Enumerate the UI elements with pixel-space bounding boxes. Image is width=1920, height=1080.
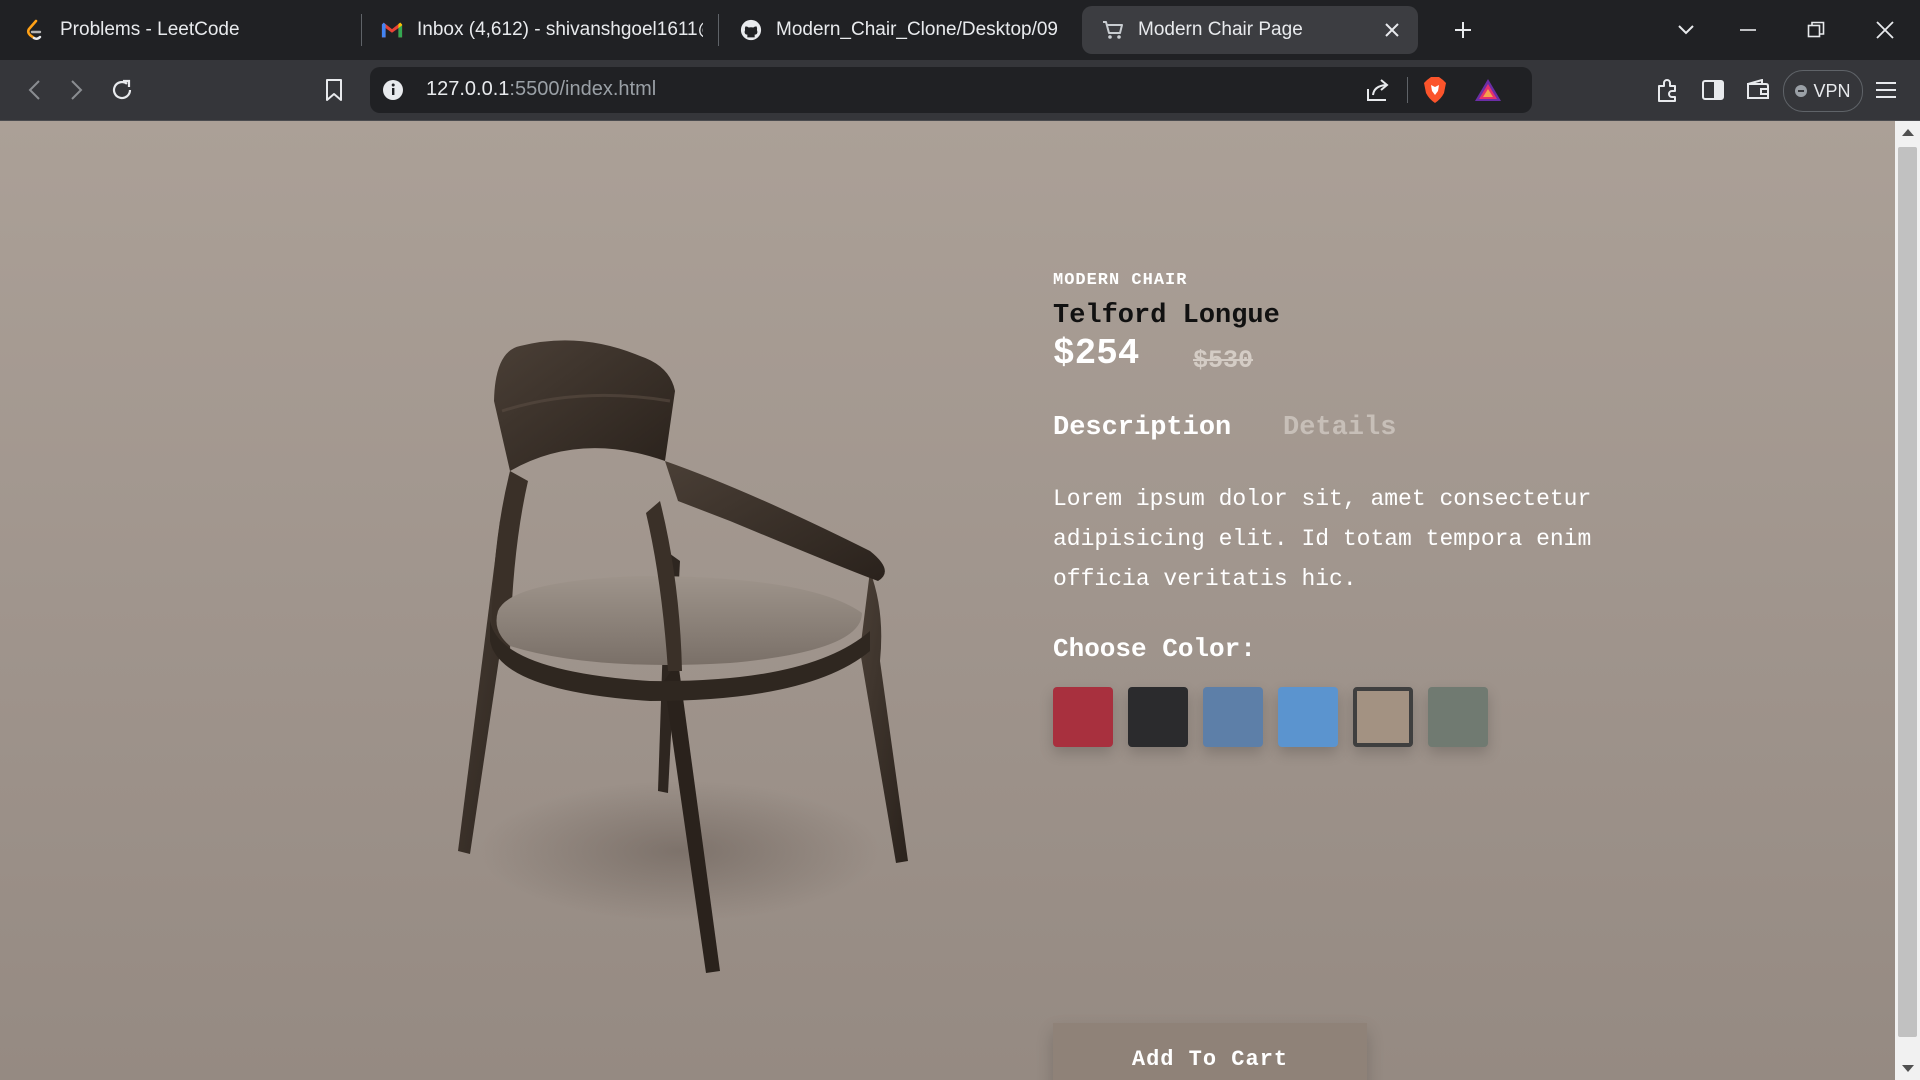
color-swatch-sky-blue[interactable]	[1278, 687, 1338, 747]
share-icon[interactable]	[1365, 77, 1391, 108]
add-to-cart-button[interactable]: Add To Cart	[1053, 1023, 1367, 1080]
tab-title: Modern_Chair_Clone/Desktop/09 - I	[776, 19, 1062, 40]
tab-search-chevron-icon[interactable]	[1670, 14, 1702, 46]
forward-icon[interactable]	[61, 74, 93, 106]
product-description: Lorem ipsum dolor sit, amet consectetur …	[1053, 486, 1592, 592]
close-window-icon[interactable]	[1869, 14, 1901, 46]
reload-icon[interactable]	[106, 74, 138, 106]
tab-title: Modern Chair Page	[1138, 19, 1303, 40]
cart-icon	[1102, 19, 1124, 41]
menu-icon[interactable]	[1870, 74, 1902, 106]
restore-icon[interactable]	[1800, 14, 1832, 46]
vpn-status-icon	[1795, 85, 1808, 97]
page-viewport: MODERN CHAIR Telford Longue $254 $530 De…	[0, 121, 1895, 1080]
scroll-thumb[interactable]	[1898, 147, 1917, 1037]
close-tab-icon[interactable]	[1382, 20, 1402, 40]
product-price: $254	[1053, 333, 1140, 374]
brave-shields-icon[interactable]	[1423, 76, 1447, 109]
tab-leetcode[interactable]: Problems - LeetCode	[24, 6, 354, 54]
page-scrollbar[interactable]	[1895, 121, 1920, 1080]
vpn-label: VPN	[1813, 80, 1851, 101]
color-swatch-beige[interactable]	[1353, 687, 1413, 747]
color-swatch-black[interactable]	[1128, 687, 1188, 747]
tab-separator	[361, 14, 362, 46]
extensions-icon[interactable]	[1652, 74, 1684, 106]
sidebar-icon[interactable]	[1697, 74, 1729, 106]
url-text: 127.0.0.1:5500/index.html	[426, 78, 656, 101]
color-swatch-denim[interactable]	[1203, 687, 1263, 747]
product-title: Telford Longue	[1053, 301, 1280, 331]
color-swatches	[1053, 687, 1488, 747]
minimize-icon[interactable]	[1732, 14, 1764, 46]
browser-tab-strip: Problems - LeetCode Inbox (4,612) - shiv…	[0, 0, 1920, 60]
gmail-icon	[381, 19, 403, 41]
product-category: MODERN CHAIR	[1053, 271, 1188, 290]
bookmark-icon[interactable]	[318, 74, 350, 106]
tab-title: Problems - LeetCode	[60, 19, 240, 40]
scroll-down-icon[interactable]	[1902, 1065, 1914, 1072]
tab-details[interactable]: Details	[1283, 413, 1396, 443]
chair-product-image	[458, 340, 908, 973]
tab-description[interactable]: Description	[1053, 413, 1231, 443]
url-host: 127.0.0.1	[426, 78, 510, 100]
tab-gmail[interactable]: Inbox (4,612) - shivanshgoel1611@	[381, 6, 703, 54]
vpn-button[interactable]: VPN	[1783, 70, 1863, 112]
back-icon[interactable]	[18, 74, 50, 106]
tab-title: Inbox (4,612) - shivanshgoel1611@	[417, 19, 703, 40]
tab-modern-chair[interactable]: Modern Chair Page	[1082, 6, 1418, 54]
color-swatch-grey-green[interactable]	[1428, 687, 1488, 747]
tab-separator	[718, 14, 719, 46]
address-bar[interactable]: 127.0.0.1:5500/index.html	[370, 67, 1532, 113]
product-old-price: $530	[1193, 346, 1254, 375]
brave-rewards-icon[interactable]	[1474, 78, 1502, 107]
tab-github[interactable]: Modern_Chair_Clone/Desktop/09 - I	[740, 6, 1062, 54]
omnibox-divider	[1407, 77, 1408, 103]
wallet-icon[interactable]	[1742, 74, 1774, 106]
site-info-icon[interactable]	[382, 79, 404, 101]
new-tab-icon[interactable]	[1447, 14, 1479, 46]
leetcode-icon	[24, 19, 46, 41]
github-icon	[740, 19, 762, 41]
scroll-up-icon[interactable]	[1902, 129, 1914, 136]
url-path: :5500/index.html	[509, 78, 657, 100]
choose-color-label: Choose Color:	[1053, 634, 1256, 664]
color-swatch-red[interactable]	[1053, 687, 1113, 747]
browser-toolbar: 127.0.0.1:5500/index.html VPN	[0, 60, 1920, 121]
